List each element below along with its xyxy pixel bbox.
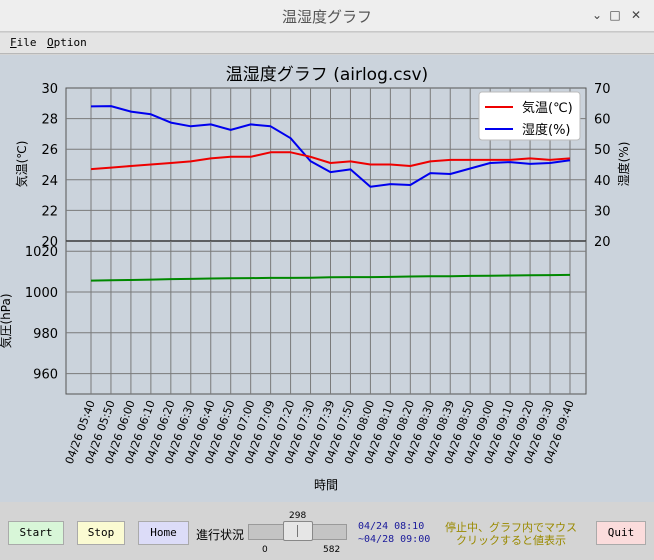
chart-title: 温湿度グラフ (airlog.csv)	[226, 65, 428, 85]
slider-grip	[297, 525, 299, 537]
window-title: 温湿度グラフ	[281, 8, 372, 26]
maximize-icon[interactable]: □	[606, 6, 624, 24]
top-right-tick-label: 40	[594, 174, 611, 189]
top-right-tick-label: 50	[594, 143, 611, 158]
status-line-2: クリックすると値表示	[456, 534, 566, 547]
top-left-tick-label: 26	[41, 143, 58, 158]
home-button[interactable]: Home	[138, 521, 189, 545]
top-left-tick-label: 22	[41, 204, 58, 219]
x-axis-label: 時間	[314, 478, 338, 492]
stop-button[interactable]: Stop	[77, 521, 125, 545]
minimize-icon[interactable]: ⌄	[588, 6, 606, 24]
menu-file[interactable]: File	[10, 36, 37, 49]
bottom-panel-frame	[65, 240, 587, 395]
slider-min: 0	[262, 545, 268, 555]
menu-option-label: ption	[53, 36, 87, 49]
start-button[interactable]: Start	[8, 521, 64, 545]
top-left-tick-label: 28	[41, 113, 58, 128]
top-right-tick-label: 30	[594, 204, 611, 219]
progress-slider-thumb[interactable]	[283, 521, 314, 541]
title-bar: 温湿度グラフ ⌄ □ ✕	[0, 0, 654, 32]
range-start: 04/24 08:10	[358, 521, 425, 532]
chart-svg[interactable]: 温湿度グラフ (airlog.csv) 20222426283020304050…	[0, 55, 654, 502]
menu-option[interactable]: Option	[47, 36, 87, 49]
menu-option-accel: O	[47, 36, 54, 49]
legend: 気温(℃) 湿度(%)	[478, 91, 581, 141]
legend-humidity-label: 湿度(%)	[522, 122, 571, 138]
menu-file-accel: F	[10, 36, 17, 49]
bottom-left-tick-label: 980	[33, 327, 58, 342]
progress-label: 進行状況	[196, 528, 245, 542]
menu-bar: File Option	[0, 33, 654, 54]
top-right-tick-label: 70	[594, 82, 611, 97]
top-left-tick-label: 30	[41, 82, 58, 97]
range-end: ~04/28 09:00	[358, 534, 431, 545]
legend-temp-label: 気温(℃)	[522, 100, 573, 116]
top-left-axis-label: 気温(℃)	[14, 141, 29, 188]
bottom-left-tick-label: 960	[33, 368, 58, 383]
status-line-1: 停止中、グラフ内でマウス	[445, 521, 577, 534]
bottom-left-tick-label: 1020	[25, 245, 58, 260]
close-icon[interactable]: ✕	[627, 6, 645, 24]
menu-file-label: ile	[16, 36, 37, 49]
bottom-left-axis-label: 気圧(hPa)	[0, 293, 13, 348]
status-message: 停止中、グラフ内でマウス クリックすると値表示	[436, 521, 586, 547]
top-right-axis-label: 湿度(%)	[616, 142, 631, 187]
top-left-tick-label: 24	[41, 174, 58, 189]
bottom-left-tick-label: 1000	[25, 286, 58, 301]
chart-area[interactable]: 温湿度グラフ (airlog.csv) 20 22 24 26 28 30 20 30 40 50…	[0, 55, 654, 502]
bottom-panel-grid	[65, 240, 587, 395]
top-right-tick-label: 60	[594, 113, 611, 128]
top-right-tick-label: 20	[594, 235, 611, 250]
slider-value: 298	[289, 511, 307, 521]
slider-max: 582	[323, 545, 341, 555]
quit-button[interactable]: Quit	[596, 521, 646, 545]
